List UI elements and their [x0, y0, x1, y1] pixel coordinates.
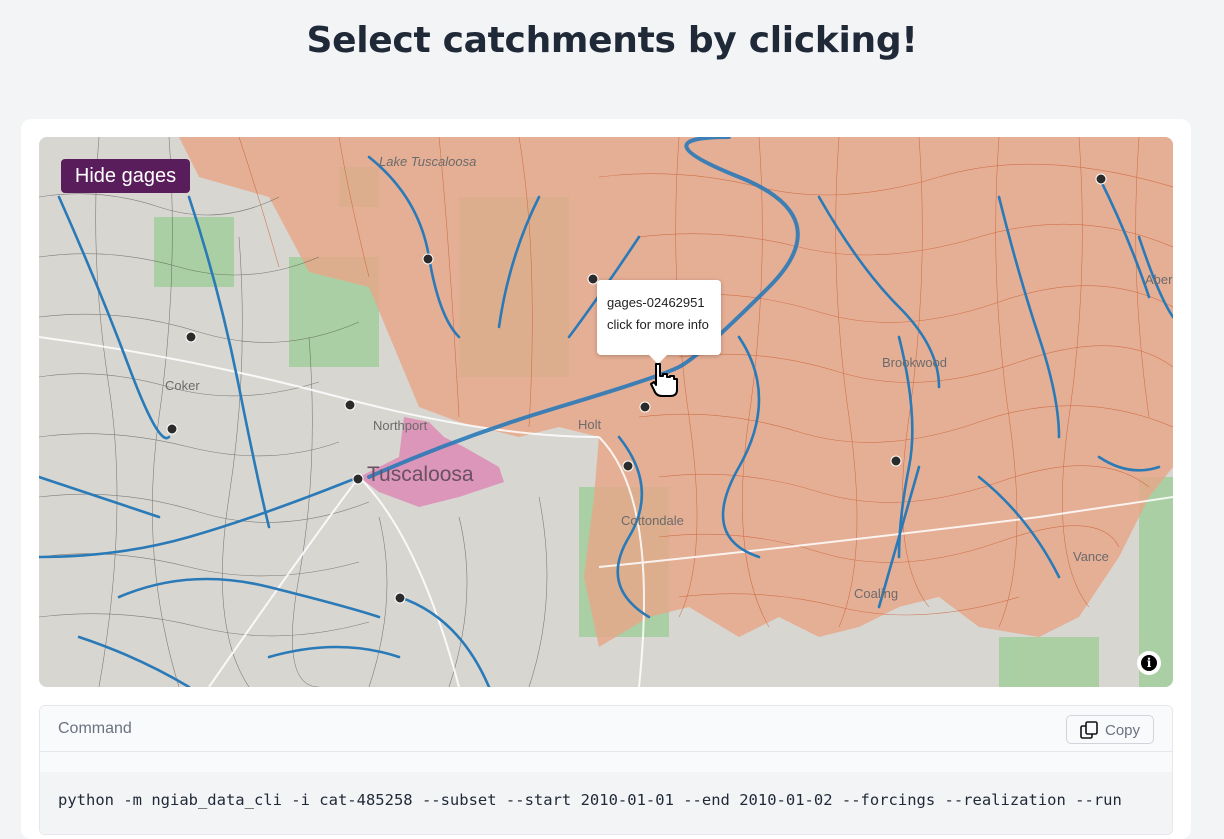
page-title: Select catchments by clicking!	[306, 20, 918, 61]
info-icon: i	[1141, 655, 1157, 671]
command-panel: Command Copy python -m ngiab_data_cli -i…	[39, 705, 1173, 835]
label-cottondale: Cottondale	[621, 513, 684, 528]
hide-gages-button[interactable]: Hide gages	[61, 159, 190, 193]
gage-marker	[394, 592, 406, 604]
copy-label: Copy	[1105, 722, 1141, 739]
popup-hint: click for more info	[607, 317, 709, 332]
gage-marker	[422, 253, 434, 265]
copy-icon	[1080, 721, 1098, 739]
command-text[interactable]: python -m ngiab_data_cli -i cat-485258 -…	[58, 791, 1122, 809]
command-body: python -m ngiab_data_cli -i cat-485258 -…	[40, 772, 1172, 834]
label-lake: Lake Tuscaloosa	[379, 154, 476, 169]
label-northport: Northport	[373, 418, 428, 433]
popup-gage-id: gages-02462951	[607, 295, 705, 310]
hand-pointer-icon	[650, 363, 678, 397]
gage-marker	[622, 460, 634, 472]
label-vance: Vance	[1073, 549, 1109, 564]
gage-popup[interactable]: gages-02462951 click for more info	[597, 280, 721, 364]
map-canvas[interactable]: Lake Tuscaloosa Coker Northport Tuscaloo…	[39, 137, 1173, 687]
map-attribution-button[interactable]: i	[1137, 651, 1161, 675]
gage-marker	[352, 473, 364, 485]
label-coker: Coker	[165, 378, 200, 393]
gage-marker	[344, 399, 356, 411]
label-tuscaloosa: Tuscaloosa	[367, 463, 474, 486]
label-brookwood: Brookwood	[882, 355, 947, 370]
label-coaling: Coaling	[854, 586, 898, 601]
catchment-map[interactable]: Lake Tuscaloosa Coker Northport Tuscaloo…	[39, 137, 1173, 687]
gage-marker	[639, 401, 651, 413]
gage-marker	[1095, 173, 1107, 185]
gage-marker	[166, 423, 178, 435]
copy-button[interactable]: Copy	[1066, 715, 1154, 744]
command-header: Command Copy	[40, 706, 1172, 752]
gage-marker	[890, 455, 902, 467]
label-abernant: Aber	[1145, 272, 1173, 287]
gage-marker	[185, 331, 197, 343]
label-holt: Holt	[578, 417, 602, 432]
command-label: Command	[58, 720, 132, 737]
